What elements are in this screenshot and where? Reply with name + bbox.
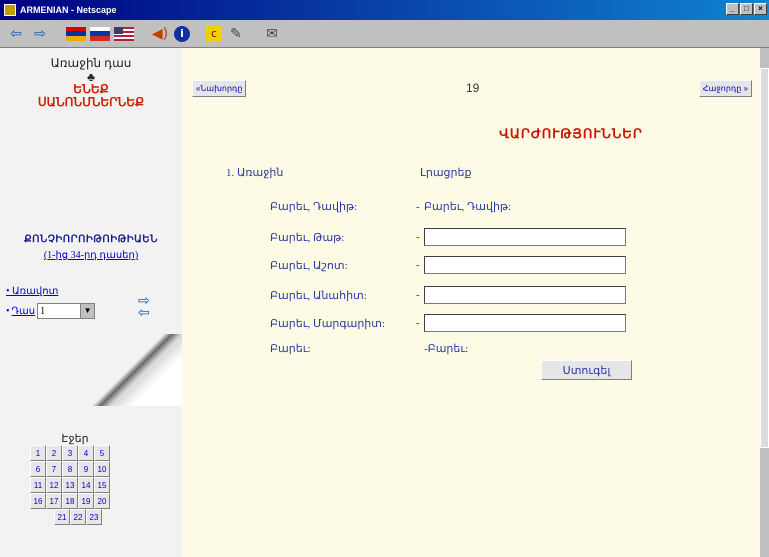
sidebar: Առաջին դաս ♣ ԵՆԵՔ ՍԱՆՈՆՄՆԵՐՆԵՔ ՔՈՆՉԻՈՐՈԻ…	[0, 48, 182, 557]
help-icon[interactable]: ✉	[262, 24, 282, 44]
calendar-row: 11 12 13 14 15	[30, 477, 110, 493]
page-curl-decoration	[90, 334, 182, 406]
toolbar: ⇦ ⇨ ◀) i c ✎ ✉	[0, 20, 769, 48]
calendar-day[interactable]: 21	[54, 509, 70, 525]
calendar-day[interactable]: 22	[70, 509, 86, 525]
dash: -	[416, 231, 420, 243]
dash: -	[416, 200, 420, 213]
dash: -	[416, 259, 420, 271]
lesson-select-row: • Դաս 1 ▼	[6, 303, 96, 319]
calendar-day[interactable]: 12	[46, 477, 62, 493]
exercise-row: Բարեւ, Աշոտ: -	[270, 256, 626, 274]
answer-text: -Բարեւ:	[424, 343, 469, 355]
window-controls: _ □ ×	[726, 3, 767, 15]
calendar-day[interactable]: 2	[46, 445, 62, 461]
minimize-button[interactable]: _	[726, 3, 739, 15]
calendar-day[interactable]: 11	[30, 477, 46, 493]
calendar-day[interactable]: 17	[46, 493, 62, 509]
calendar-day[interactable]: 14	[78, 477, 94, 493]
c-icon[interactable]: c	[206, 25, 222, 42]
sidebar-header: Առաջին դաս ♣ ԵՆԵՔ ՍԱՆՈՆՄՆԵՐՆԵՔ	[0, 56, 182, 109]
calendar-day[interactable]: 18	[62, 493, 78, 509]
nav-arrows-icon[interactable]: ⇨ ⇦	[138, 295, 150, 321]
exercise-prompt: Բարեւ, Թաթ:	[270, 231, 345, 244]
calendar-day[interactable]: 8	[62, 461, 78, 477]
morning-link[interactable]: • Առավոտ	[6, 286, 58, 297]
exercise-row: Բարեւ, Թաթ: -	[270, 228, 626, 246]
dash: -	[416, 317, 420, 329]
calendar-day[interactable]: 10	[94, 461, 110, 477]
chevron-down-icon[interactable]: ▼	[80, 304, 95, 318]
window-title: ARMENIAN - Netscape	[20, 5, 117, 15]
close-button[interactable]: ×	[754, 3, 767, 15]
pager: «Նախորդը 19 Հաջորդը »	[192, 78, 752, 98]
netscape-icon	[4, 4, 16, 16]
forward-arrow-icon[interactable]: ⇨	[30, 24, 50, 44]
calendar-day[interactable]: 6	[30, 461, 46, 477]
answer-input[interactable]	[424, 256, 626, 274]
calendar-row: 12345	[30, 445, 110, 461]
calendar-day[interactable]: 1	[30, 445, 46, 461]
main-panel: «Նախորդը 19 Հաջորդը » ՎԱՐԺՈՒԹՅՈՒՆՆԵՐ 1. …	[182, 48, 760, 557]
calendar-day[interactable]: 7	[46, 461, 62, 477]
dash: -	[416, 289, 420, 301]
exercise-row: Բարեւ, Մարգարիտ: -	[270, 314, 626, 332]
answer-input[interactable]	[424, 314, 626, 332]
calendar-day[interactable]: 19	[78, 493, 94, 509]
exercise-prompt: Բարեւ:	[270, 343, 311, 355]
back-arrow-icon[interactable]: ⇦	[6, 24, 26, 44]
calendar-row: 21 22 23	[30, 509, 110, 525]
lesson-select[interactable]: 1 ▼	[37, 303, 96, 319]
page-title: ՎԱՐԺՈՒԹՅՈՒՆՆԵՐ	[499, 126, 643, 141]
section-title: ՔՈՆՉԻՈՐՈԻԹՈԻԹԻԱԵՆ	[24, 234, 158, 245]
answer-text: Բարեւ, Դավիթ:	[424, 201, 512, 213]
title-bar: ARMENIAN - Netscape _ □ ×	[0, 0, 769, 20]
calendar-title: Էջեր	[61, 433, 89, 445]
question-instruction: Լրացրեք	[420, 167, 472, 179]
lesson-title: Առաջին դաս	[50, 56, 132, 70]
question-row: 1. Առաջին Լրացրեք	[226, 166, 471, 179]
scroll-thumb[interactable]	[760, 68, 769, 448]
prev-button[interactable]: «Նախորդը	[192, 79, 247, 97]
exercise-prompt: Բարեւ, Մարգարիտ:	[270, 317, 386, 330]
armenian-flag-icon[interactable]	[66, 26, 86, 41]
calendar-row: 16 17 18 19 20	[30, 493, 110, 509]
calendar-day[interactable]: 9	[78, 461, 94, 477]
exercise-row: Բարեւ, Անահիտ: -	[270, 286, 626, 304]
maximize-button[interactable]: □	[740, 3, 753, 15]
exercise-row: Բարեւ, Դավիթ: - Բարեւ, Դավիթ:	[270, 200, 512, 214]
us-flag-icon[interactable]	[114, 26, 134, 41]
lesson-subtitle-2: ՍԱՆՈՆՄՆԵՐՆԵՔ	[37, 95, 145, 109]
answer-input[interactable]	[424, 286, 626, 304]
question-label: 1. Առաջին	[226, 167, 284, 179]
lesson-link[interactable]: Դաս	[12, 306, 36, 317]
calendar-row: 6 7 8 9 10	[30, 461, 110, 477]
exercise-prompt: Բարեւ, Անահիտ:	[270, 289, 367, 302]
check-button[interactable]: Ստուգել	[541, 360, 632, 380]
sound-icon[interactable]: ◀)	[150, 24, 170, 44]
calendar-day[interactable]: 15	[94, 477, 110, 493]
next-button[interactable]: Հաջորդը »	[698, 79, 752, 97]
calendar-day[interactable]: 23	[86, 509, 102, 525]
calendar-day[interactable]: 16	[30, 493, 46, 509]
russian-flag-icon[interactable]	[90, 26, 110, 41]
info-icon[interactable]: i	[174, 25, 190, 42]
page-content: Առաջին դաս ♣ ԵՆԵՔ ՍԱՆՈՆՄՆԵՐՆԵՔ ՔՈՆՉԻՈՐՈԻ…	[0, 48, 760, 557]
lessons-range-link[interactable]: (1-ից 34-րդ դասեր)	[0, 250, 182, 261]
calendar-day[interactable]: 5	[94, 445, 110, 461]
calendar-day[interactable]: 3	[62, 445, 78, 461]
page-number: 19	[465, 81, 480, 95]
exercise-prompt: Բարեւ, Դավիթ:	[270, 201, 358, 213]
calendar-day[interactable]: 20	[94, 493, 110, 509]
calendar-day[interactable]: 13	[62, 477, 78, 493]
scrollbar[interactable]	[760, 48, 769, 557]
edit-icon[interactable]: ✎	[226, 24, 246, 44]
answer-input[interactable]	[424, 228, 626, 246]
exercise-row: Բարեւ: -Բարեւ:	[270, 342, 468, 355]
page-calendar: 1 2 3 4 5 6 7 8 9 10 11 12 13 14 15 16 17 18 19 20 21 22 23	[30, 445, 110, 525]
exercise-prompt: Բարեւ, Աշոտ:	[270, 259, 348, 272]
calendar-day[interactable]: 4	[78, 445, 94, 461]
